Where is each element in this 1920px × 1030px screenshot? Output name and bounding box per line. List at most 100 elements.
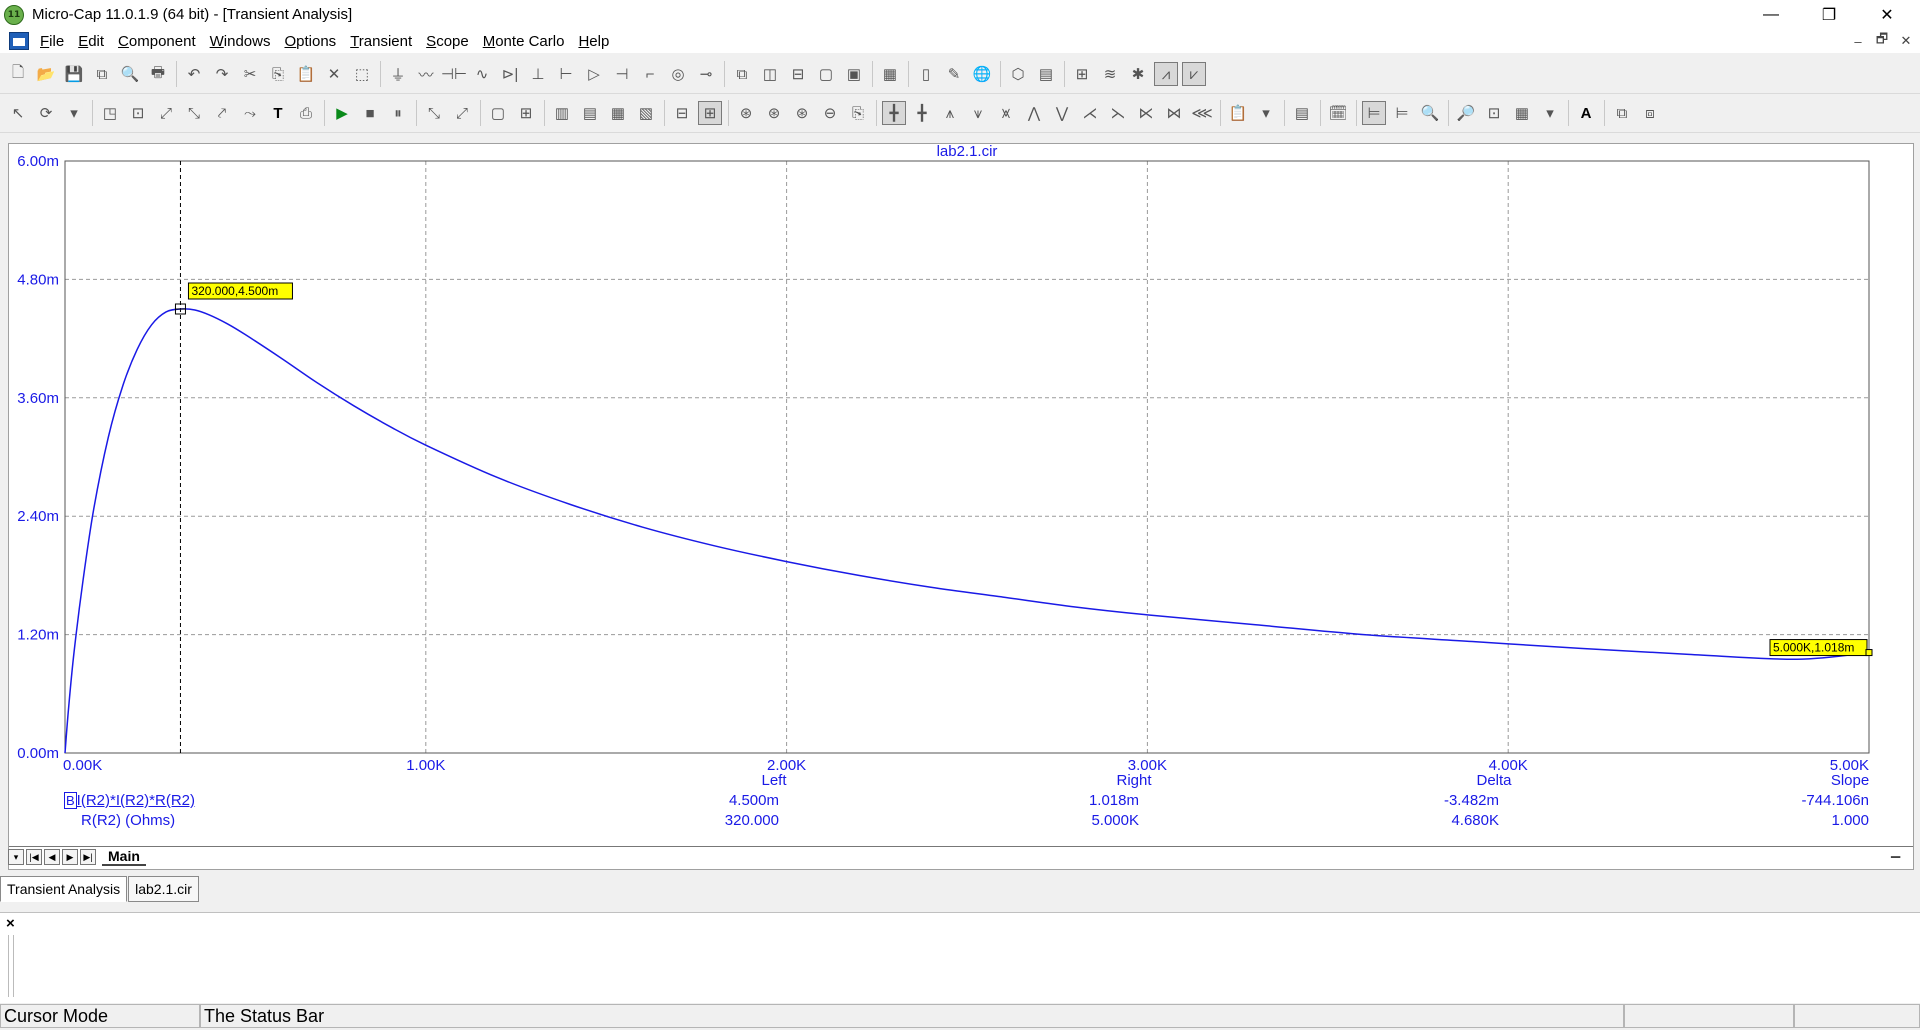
inductor-icon[interactable]: ∿ — [470, 62, 494, 86]
capacitor-icon[interactable]: ⊣⊢ — [441, 62, 467, 86]
component-editor-icon[interactable]: ✎ — [942, 62, 966, 86]
diode-icon[interactable]: ⊳| — [498, 62, 522, 86]
restore-button[interactable]: ❐ — [1800, 0, 1858, 29]
go-low-icon[interactable]: ⊖ — [818, 101, 842, 125]
low-icon[interactable]: ⋀ — [1022, 101, 1046, 125]
close-button[interactable]: ✕ — [1858, 0, 1916, 29]
inflection-icon[interactable]: ⋁ — [1050, 101, 1074, 125]
go-valley-icon[interactable]: ⊛ — [762, 101, 786, 125]
options-icon[interactable]: ⎘ — [846, 101, 870, 125]
select-all-icon[interactable]: ⬚ — [350, 62, 374, 86]
resistor-icon[interactable]: 〰 — [414, 62, 438, 86]
cut-icon[interactable]: ✂ — [238, 62, 262, 86]
menu-scope[interactable]: Scope — [421, 33, 478, 50]
plot-2-icon[interactable]: ▤ — [578, 101, 602, 125]
zoom-region-icon[interactable]: ⤡ — [182, 101, 206, 125]
battery-icon[interactable]: ⊣ — [610, 62, 634, 86]
output-close-icon[interactable]: × — [6, 915, 15, 932]
new-file-icon[interactable]: 🗋 — [6, 62, 30, 86]
calculator-icon[interactable]: ▦ — [878, 62, 902, 86]
left-cursor-tag[interactable]: 320.000,4.500m — [187, 282, 293, 300]
pan-icon[interactable]: ⊡ — [1482, 101, 1506, 125]
page-icon[interactable]: ▯ — [914, 62, 938, 86]
go-high-icon[interactable]: ⊛ — [790, 101, 814, 125]
dropdown-arrow-icon[interactable]: ▾ — [62, 101, 86, 125]
output-pane[interactable]: × — [0, 912, 1920, 1003]
wizard-icon[interactable]: ≋ — [1098, 62, 1122, 86]
layout-icon[interactable]: ▦ — [1510, 101, 1534, 125]
select-arrow-icon[interactable]: ↖ — [6, 101, 30, 125]
menu-component[interactable]: Component — [113, 33, 205, 50]
globe-icon[interactable]: 🌐 — [970, 62, 994, 86]
trace-legend-row[interactable]: B I(R2)*I(R2)*R(R2) — [64, 792, 195, 809]
mdi-close-button[interactable]: ✕ — [1894, 29, 1918, 53]
global-low-icon[interactable]: ⋋ — [1106, 101, 1130, 125]
scale-icon[interactable]: ◳ — [98, 101, 122, 125]
tag-icon[interactable]: ⋘ — [1190, 101, 1214, 125]
redo-icon[interactable]: ↷ — [210, 62, 234, 86]
paste-plot-icon[interactable]: ⧈ — [1638, 101, 1662, 125]
menu-transient[interactable]: Transient — [345, 33, 421, 50]
save-icon[interactable]: 💾 — [62, 62, 86, 86]
save-all-icon[interactable]: ⧉ — [90, 62, 114, 86]
model-icon[interactable]: ⊞ — [1070, 62, 1094, 86]
probe-icon[interactable]: ⊸ — [694, 62, 718, 86]
fft-icon[interactable]: ⤢ — [450, 101, 474, 125]
right-cursor-tag[interactable]: 5.000K,1.018m — [1769, 639, 1873, 657]
copy-icon[interactable]: ⎘ — [266, 62, 290, 86]
zoom-out-icon[interactable]: 🔎 — [1454, 101, 1478, 125]
prev-page-button[interactable]: ◀ — [44, 849, 60, 865]
switch-icon[interactable]: ⌐ — [638, 62, 662, 86]
ground-icon[interactable]: ⏚ — [386, 62, 410, 86]
calendar-icon[interactable]: 🗓 — [1326, 101, 1350, 125]
clipboard-icon[interactable]: 📋 — [1226, 101, 1250, 125]
menu-monte-carlo[interactable]: Monte Carlo — [478, 33, 574, 50]
source-icon[interactable]: ◎ — [666, 62, 690, 86]
menu-options[interactable]: Options — [279, 33, 345, 50]
menu-windows[interactable]: Windows — [205, 33, 280, 50]
shape-editor-icon[interactable]: ⬡ — [1006, 62, 1030, 86]
cross-icon[interactable]: ⋈ — [1162, 101, 1186, 125]
cursor-icon[interactable]: ⊞ — [698, 101, 722, 125]
zoom-in-icon[interactable]: 🔍 — [1418, 101, 1442, 125]
print-icon[interactable]: 🖶 — [146, 62, 170, 86]
redraw-icon[interactable]: ⟳ — [34, 101, 58, 125]
output-gripper[interactable] — [8, 935, 14, 997]
high-icon[interactable]: ⩙ — [994, 101, 1018, 125]
align-icon[interactable]: ⊨ — [1362, 101, 1386, 125]
frame-icon[interactable]: ▢ — [486, 101, 510, 125]
valley-icon[interactable]: ⩛ — [966, 101, 990, 125]
plot-canvas[interactable]: lab2.1.cir0.00K 1.00K 2.00K 3.00K 4.00K 5.00K… — [9, 144, 1913, 869]
zoom-fit-icon[interactable]: ⤢ — [154, 101, 178, 125]
npn-icon[interactable]: ⊢ — [554, 62, 578, 86]
export-icon[interactable]: ⎙ — [294, 101, 318, 125]
analysis-icon[interactable]: ⩘ — [1154, 62, 1178, 86]
vertical-cursor-icon[interactable]: ╋ — [910, 101, 934, 125]
dropdown-arrow-icon[interactable]: ▾ — [1254, 101, 1278, 125]
open-folder-icon[interactable]: 📂 — [34, 62, 58, 86]
tokens-icon[interactable]: ⊟ — [670, 101, 694, 125]
y-range-icon[interactable]: ⤳ — [238, 101, 262, 125]
undo-icon[interactable]: ↶ — [182, 62, 206, 86]
menu-file[interactable]: File — [35, 33, 73, 50]
global-high-icon[interactable]: ⋌ — [1078, 101, 1102, 125]
resize-handle-icon[interactable]: ▁ — [1891, 844, 1900, 858]
performance-icon[interactable]: ⤡ — [422, 101, 446, 125]
menu-help[interactable]: Help — [573, 33, 618, 50]
mdi-restore-button[interactable]: 🗗 — [1870, 29, 1894, 53]
tools-icon[interactable]: ✱ — [1126, 62, 1150, 86]
font-icon[interactable]: A — [1574, 101, 1598, 125]
paste-icon[interactable]: 📋 — [294, 62, 318, 86]
minimize-button[interactable]: — — [1742, 0, 1800, 29]
properties-icon[interactable]: ▤ — [1290, 101, 1314, 125]
plot-4-icon[interactable]: ▧ — [634, 101, 658, 125]
menu-edit[interactable]: Edit — [73, 33, 113, 50]
plot-3-icon[interactable]: ▦ — [606, 101, 630, 125]
run-icon[interactable]: ▶ — [330, 101, 354, 125]
mdi-minimize-button[interactable]: – — [1846, 29, 1870, 53]
copy-plot-icon[interactable]: ⧉ — [1610, 101, 1634, 125]
dropdown-arrow-icon[interactable]: ▾ — [1538, 101, 1562, 125]
plot-1-icon[interactable]: ▥ — [550, 101, 574, 125]
next-page-button[interactable]: ▶ — [62, 849, 78, 865]
text-icon[interactable]: T — [266, 101, 290, 125]
